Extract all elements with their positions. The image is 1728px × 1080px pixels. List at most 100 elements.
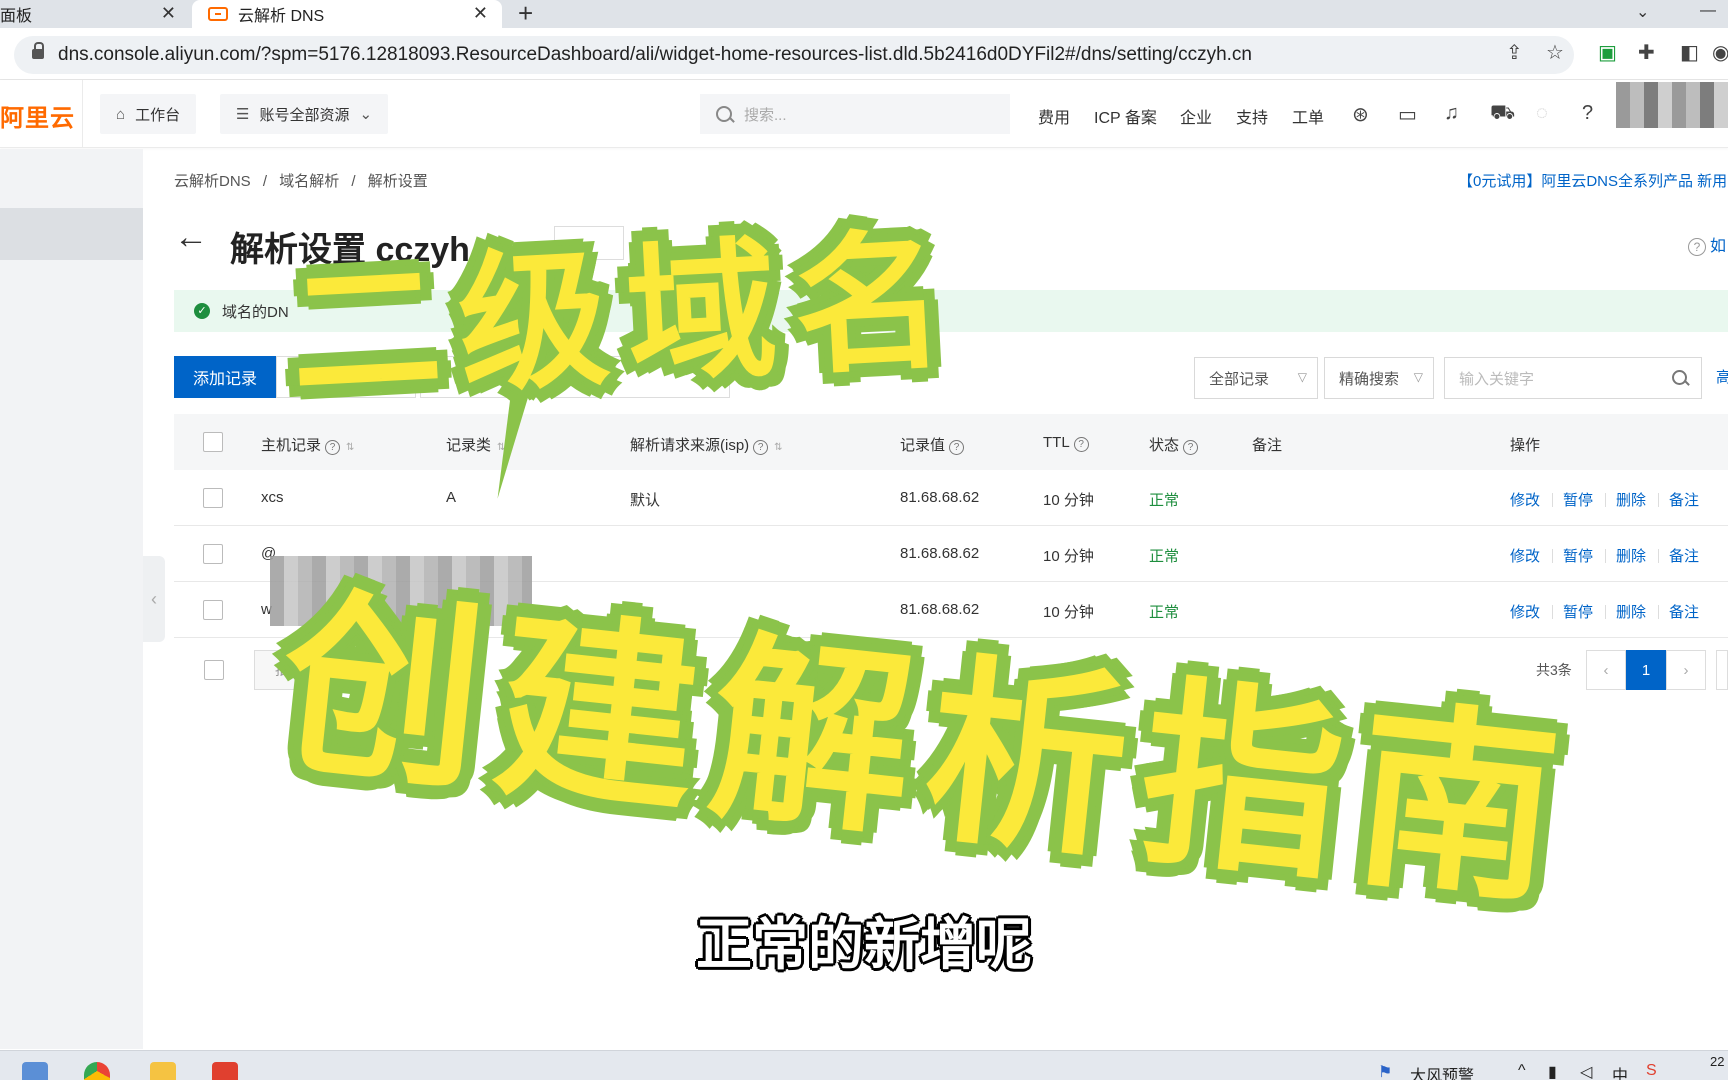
breadcrumb-separator: / [262,173,268,190]
link-icp[interactable]: ICP 备案 [1094,104,1157,128]
check-circle-icon: ✓ [194,303,210,319]
profile-icon[interactable]: ◉ [1712,40,1728,65]
pause-link[interactable]: 暂停 [1563,601,1593,622]
chevron-up-icon[interactable]: ^ [1518,1062,1526,1080]
url-text: dns.console.aliyun.com/?spm=5176.1281809… [58,44,1252,65]
api-icon[interactable]: ⊛ [1352,102,1369,127]
terminal-icon[interactable]: ▭ [1398,102,1417,127]
divider [1658,549,1659,563]
link-fees[interactable]: 费用 [1038,104,1070,128]
edit-link[interactable]: 修改 [1510,601,1540,622]
avatar[interactable] [1616,82,1728,128]
minimize-icon[interactable]: — [1700,2,1716,20]
close-icon[interactable]: ✕ [161,3,176,24]
prev-page-button[interactable]: ‹ [1586,650,1626,690]
help-icon[interactable]: ? [1582,102,1593,125]
ime-icon[interactable]: 中 [1612,1062,1628,1080]
chevron-down-icon[interactable]: ⌄ [1636,2,1649,22]
puzzle-icon[interactable]: ✚ [1638,40,1655,65]
link-support[interactable]: 支持 [1236,104,1268,128]
bulb-icon[interactable]: ◌ [1536,102,1548,125]
remark-link[interactable]: 备注 [1669,601,1699,622]
column-ttl-label: TTL [1043,434,1070,451]
promo-link[interactable]: 【0元试用】阿里云DNS全系列产品 新用 [1458,170,1727,191]
recycle-bin-icon[interactable] [22,1062,48,1080]
sidebar-item-selected[interactable] [0,208,143,260]
row-checkbox[interactable] [203,600,223,620]
sort-icon[interactable]: ⇅ [346,442,354,453]
star-icon[interactable]: ☆ [1546,40,1564,65]
aliyun-favicon-icon [208,7,228,21]
close-icon[interactable]: ✕ [473,3,488,24]
folder-icon[interactable] [150,1062,176,1080]
record-filter-select[interactable]: 全部记录 ▽ [1194,357,1318,399]
edit-link[interactable]: 修改 [1510,489,1540,510]
question-icon: ? [1183,440,1199,455]
search-mode-select[interactable]: 精确搜索 ▽ [1324,357,1434,399]
delete-link[interactable]: 删除 [1616,601,1646,622]
delete-link[interactable]: 删除 [1616,545,1646,566]
breadcrumb-separator: / [351,173,356,190]
select-all-checkbox[interactable] [203,432,223,452]
cell-ttl: 10 分钟 [1043,492,1094,509]
weather-text[interactable]: 大风预警 [1410,1062,1474,1080]
search-icon [716,106,732,122]
breadcrumb-item[interactable]: 云解析DNS [174,173,251,190]
search-input[interactable]: 搜索... [700,94,1010,134]
system-clock[interactable]: 22 [1710,1054,1724,1069]
column-value-label: 记录值 [900,437,946,454]
app-tray-icon[interactable]: S [1646,1062,1657,1080]
chevron-down-icon: ▽ [1413,370,1423,384]
search-icon[interactable] [1672,370,1687,385]
speaker-icon[interactable]: ◁ [1580,1062,1592,1080]
breadcrumb-item[interactable]: 域名解析 [279,173,339,190]
divider [1605,493,1606,507]
sidepanel-icon[interactable]: ◧ [1680,40,1699,65]
breadcrumb-item: 解析设置 [367,173,428,190]
cart-icon[interactable]: ⛟ [1490,102,1515,127]
share-icon[interactable]: ⇪ [1506,40,1523,65]
page-1-button[interactable]: 1 [1626,650,1666,690]
new-tab-button[interactable]: + [518,0,533,29]
url-field[interactable]: dns.console.aliyun.com/?spm=5176.1281809… [14,36,1574,74]
workbench-button[interactable]: ⌂ 工作台 [100,94,197,134]
add-record-button[interactable]: 添加记录 [174,356,276,398]
delete-link[interactable]: 删除 [1616,489,1646,510]
remark-link[interactable]: 备注 [1669,489,1699,510]
collapse-sidebar-button[interactable]: ‹ [143,556,165,642]
chevron-down-icon: ▽ [1297,370,1307,384]
divider [1552,493,1553,507]
link-ticket[interactable]: 工单 [1292,104,1324,128]
cell-value: 81.68.68.62 [900,545,980,562]
account-resources-dropdown[interactable]: ☰ 账号全部资源 ⌄ [220,94,389,134]
bell-icon[interactable]: ♫ [1444,102,1459,125]
wps-icon[interactable] [212,1062,238,1080]
extension-icon[interactable]: ▣ [1598,40,1617,65]
aliyun-logo[interactable]: 阿里云 [0,98,75,133]
column-remark: 备注 [1252,437,1283,454]
cell-ttl: 10 分钟 [1043,548,1094,565]
footer-checkbox[interactable] [204,660,224,680]
back-arrow-icon[interactable]: ← [174,218,208,257]
link-enterprise[interactable]: 企业 [1180,104,1212,128]
column-status-label: 状态 [1149,437,1180,454]
row-checkbox[interactable] [203,544,223,564]
page-size-select[interactable] [1716,650,1728,690]
tab-dns[interactable]: 云解析 DNS ✕ [192,0,502,28]
row-checkbox[interactable] [203,488,223,508]
pause-link[interactable]: 暂停 [1563,545,1593,566]
keyword-input[interactable]: 输入关键字 [1444,357,1702,399]
pause-link[interactable]: 暂停 [1563,489,1593,510]
next-page-button[interactable]: › [1666,650,1706,690]
question-icon: ? [753,440,769,455]
edit-link[interactable]: 修改 [1510,545,1540,566]
remark-link[interactable]: 备注 [1669,545,1699,566]
help-link[interactable]: ? 如 [1688,232,1726,256]
tab-dashboard[interactable]: 面板 ✕ [0,0,190,28]
flag-icon: ⚑ [1378,1064,1393,1080]
mic-icon[interactable]: ▮ [1548,1062,1557,1080]
browser-tab-bar: 面板 ✕ 云解析 DNS ✕ + ⌄ — [0,0,1728,28]
sort-icon[interactable]: ⇅ [774,442,782,453]
advanced-search-link[interactable]: 高 [1716,366,1728,387]
workbench-label: 工作台 [135,106,181,124]
